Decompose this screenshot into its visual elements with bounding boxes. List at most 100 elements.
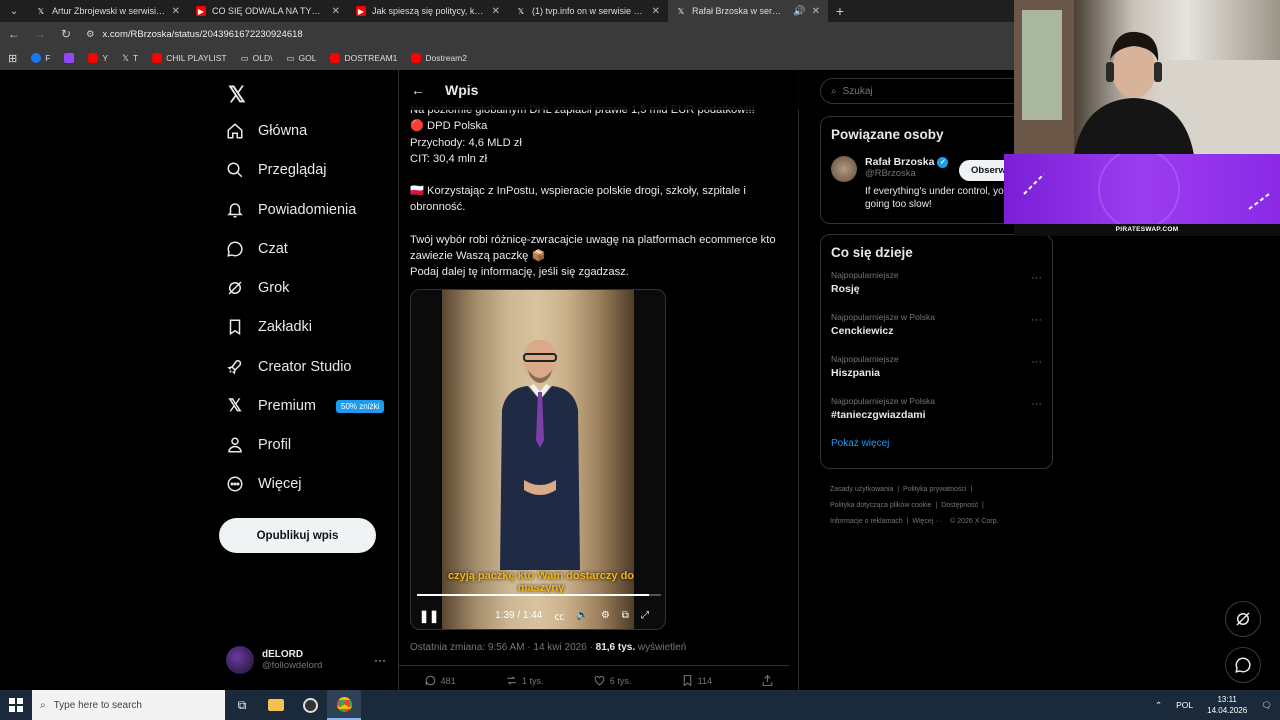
nav-item-chat[interactable]: Czat [226, 240, 288, 258]
nav-item-profile[interactable]: Profil [226, 436, 291, 454]
publish-post-button[interactable]: Opublikuj wpis [219, 518, 376, 553]
windows-start-button[interactable] [0, 690, 32, 720]
avatar[interactable] [831, 156, 857, 182]
bookmark-folder-old[interactable]: ▭ OLD\ [241, 53, 273, 64]
close-tab-icon[interactable]: ✕ [172, 6, 180, 17]
close-tab-icon[interactable]: ✕ [812, 6, 820, 17]
heart-icon [594, 675, 605, 686]
bookmark-icon [226, 318, 244, 336]
file-explorer-button[interactable] [259, 690, 293, 720]
volume-icon[interactable]: 🔈 [576, 610, 588, 621]
apps-grid-icon[interactable]: ⊞ [8, 52, 17, 65]
footer-link[interactable]: Zasady użytkowania [830, 486, 893, 493]
grok-icon [226, 279, 244, 297]
bookmark-count: 114 [697, 675, 713, 686]
nav-item-more[interactable]: Więcej [226, 475, 302, 493]
trend-item[interactable]: Najpopularniejsze Rosję ··· [831, 270, 1042, 302]
account-handle: @followdelord [262, 660, 323, 671]
close-tab-icon[interactable]: ✕ [492, 6, 500, 17]
browser-tab-active[interactable]: 𝕏 Rafał Brzoska w serwisie X:... 🔊 ✕ [668, 0, 828, 22]
x-logo-icon[interactable]: 𝕏 [228, 82, 246, 108]
like-button[interactable]: 6 tys. [593, 674, 631, 687]
bookmark-facebook[interactable]: F [31, 53, 50, 63]
bookmark-x[interactable]: 𝕏T [122, 53, 138, 64]
youtube-icon [330, 53, 341, 63]
chevron-up-icon[interactable]: ⌃ [1155, 700, 1162, 711]
back-arrow-icon[interactable]: ← [6, 27, 22, 41]
grok-floating-button[interactable] [1225, 601, 1261, 637]
settings-icon[interactable]: ⚙ [601, 610, 610, 621]
pause-icon[interactable]: ❚❚ [419, 609, 439, 623]
nav-item-bookmarks[interactable]: Zakładki [226, 318, 312, 336]
captions-icon[interactable]: ㏄ [554, 608, 564, 623]
reply-button[interactable]: 481 [424, 674, 456, 687]
pip-icon[interactable]: ⧉ [622, 610, 629, 621]
site-info-icon[interactable]: ⚙ [86, 29, 95, 40]
tab-search-button[interactable]: ⌄ [0, 0, 28, 22]
video-player[interactable]: czyją paczkę kto Wam dostarczy do maszyn… [410, 289, 666, 630]
nav-label: Grok [258, 280, 290, 296]
browser-tab[interactable]: ▶ Jak spieszą się politycy, kto i z k...… [348, 0, 508, 22]
more-dots-icon[interactable]: ··· [1031, 272, 1042, 284]
reload-icon[interactable]: ↻ [58, 27, 74, 41]
person-name[interactable]: Rafał Brzoska [865, 156, 934, 168]
bookmark-chill-playlist[interactable]: CHIL PLAYLIST [152, 53, 227, 63]
back-arrow-icon[interactable]: ← [411, 82, 425, 98]
browser-tab[interactable]: ▶ CO SIĘ ODWALA NA TYM TIK T... ✕ [188, 0, 348, 22]
bookmark-twitch[interactable] [64, 53, 75, 63]
fullscreen-icon[interactable]: ⤢ [641, 610, 649, 621]
nav-item-grok[interactable]: Grok [226, 279, 289, 297]
post-timestamp[interactable]: Ostatnia zmiana: 9:56 AM · 14 kwi 2026 · [410, 642, 596, 653]
footer-link[interactable]: Więcej ··· [912, 518, 942, 525]
video-progress-bar[interactable] [417, 594, 661, 596]
more-dots-icon[interactable]: ··· [1031, 314, 1042, 326]
footer-link[interactable]: Dostępność [941, 502, 978, 509]
show-more-link[interactable]: Pokaż więcej [831, 438, 1042, 449]
account-switcher[interactable]: dELORD @followdelord ··· [226, 646, 386, 674]
bookmark-folder-gol[interactable]: ▭ GOL [287, 53, 317, 64]
nav-item-home[interactable]: Główna [226, 122, 307, 140]
nav-item-creator-studio[interactable]: Creator Studio [226, 358, 352, 376]
nav-item-explore[interactable]: Przeglądaj [226, 161, 327, 179]
footer-link[interactable]: Informacje o reklamach [830, 518, 903, 525]
chrome-button[interactable] [327, 690, 361, 720]
task-view-button[interactable]: ⧉ [225, 690, 259, 720]
url-field[interactable]: ⚙ x.com/RBrzoska/status/2043961672230924… [80, 24, 1020, 44]
browser-tab[interactable]: 𝕏 (1) tvp.info on w serwisie X: „Pie... … [508, 0, 668, 22]
trend-item[interactable]: Najpopularniejsze Hiszpania ··· [831, 354, 1042, 386]
more-dots-icon[interactable]: ··· [374, 653, 386, 667]
clock[interactable]: 13:11 14.04.2026 [1207, 694, 1247, 716]
more-circle-icon [226, 475, 244, 493]
notifications-icon[interactable]: 🗨 [1261, 700, 1272, 711]
task-view-icon: ⧉ [237, 697, 247, 712]
trend-item[interactable]: Najpopularniejsze w Polska #tanieczgwiaz… [831, 396, 1042, 428]
language-indicator[interactable]: POL [1176, 700, 1193, 710]
nav-item-notifications[interactable]: Powiadomienia [226, 201, 356, 219]
x-logo-icon: 𝕏 [677, 6, 685, 16]
bookmark-youtube[interactable]: Y [88, 53, 108, 63]
nav-item-premium[interactable]: 𝕏 Premium 50% zniżki [226, 396, 385, 415]
repost-button[interactable]: 1 tys. [505, 674, 544, 687]
share-button[interactable] [761, 674, 774, 687]
speaker-icon[interactable]: 🔊 [793, 6, 805, 17]
page-title: Wpis [445, 82, 479, 98]
new-tab-button[interactable]: + [828, 3, 852, 19]
bookmark-dostream2[interactable]: Dostream2 [411, 53, 467, 63]
obs-button[interactable] [293, 690, 327, 720]
forward-arrow-icon[interactable]: → [32, 27, 48, 41]
taskbar-search[interactable]: ⌕ Type here to search [32, 690, 225, 720]
search-icon: ⌕ [831, 85, 837, 97]
close-tab-icon[interactable]: ✕ [652, 6, 660, 17]
more-dots-icon[interactable]: ··· [1031, 356, 1042, 368]
messages-floating-button[interactable] [1225, 647, 1261, 683]
bookmark-dostream1[interactable]: DOSTREAM1 [330, 53, 397, 63]
close-tab-icon[interactable]: ✕ [332, 6, 340, 17]
trend-item[interactable]: Najpopularniejsze w Polska Cenckiewicz ·… [831, 312, 1042, 344]
footer-link[interactable]: Polityka prywatności [903, 486, 966, 493]
more-dots-icon[interactable]: ··· [1031, 398, 1042, 410]
footer-link[interactable]: Polityka dotycząca plików cookie [830, 502, 932, 509]
bookmark-label: CHIL PLAYLIST [166, 53, 227, 63]
browser-tab[interactable]: 𝕏 Artur Zbrojewski w serwisie X: ... ✕ [28, 0, 188, 22]
bookmark-button[interactable]: 114 [681, 674, 712, 687]
taskbar-search-placeholder: Type here to search [53, 699, 142, 711]
